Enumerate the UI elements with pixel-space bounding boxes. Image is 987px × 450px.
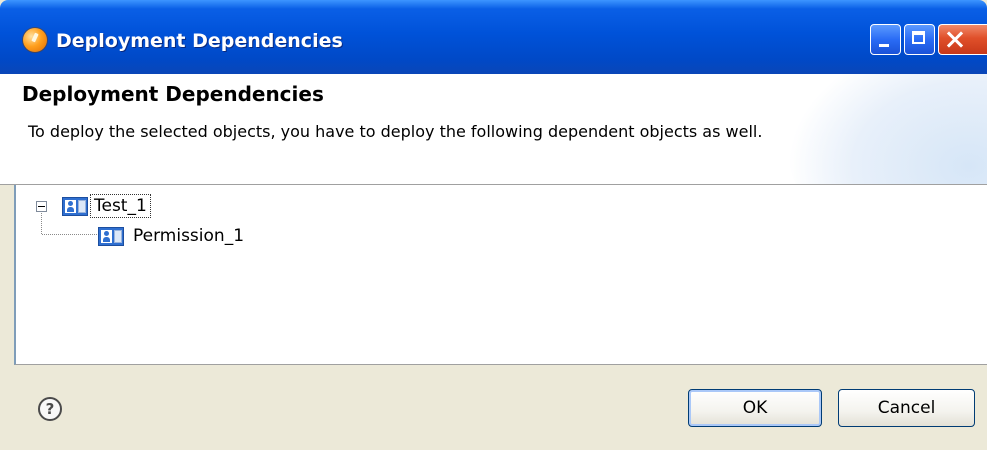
maximize-button[interactable] <box>904 24 935 55</box>
tree-node-label: Permission_1 <box>133 226 245 246</box>
tree-node-test-1[interactable]: Test_1 <box>62 193 151 219</box>
app-icon <box>23 28 47 52</box>
cancel-button[interactable]: Cancel <box>838 389 975 427</box>
role-icon <box>98 226 124 246</box>
tree-node-permission-1[interactable]: Permission_1 <box>98 223 247 249</box>
title-bar[interactable]: Deployment Dependencies <box>0 0 987 74</box>
role-icon <box>62 196 88 216</box>
minimize-button[interactable] <box>870 24 901 55</box>
collapse-toggle-icon[interactable] <box>36 201 47 212</box>
dependency-tree[interactable]: Test_1 Permission_1 <box>14 185 987 365</box>
header-description: To deploy the selected objects, you have… <box>28 122 763 141</box>
window-title: Deployment Dependencies <box>56 30 343 52</box>
help-icon[interactable]: ? <box>38 397 62 421</box>
tree-node-label: Test_1 <box>90 194 151 218</box>
tree-connector <box>42 234 97 235</box>
ok-button[interactable]: OK <box>688 389 822 427</box>
dialog-header: Deployment Dependencies To deploy the se… <box>0 74 987 185</box>
close-button[interactable] <box>938 24 987 55</box>
deployment-dependencies-dialog: Deployment Dependencies Deployment Depen… <box>0 0 987 450</box>
tree-connector <box>41 213 42 234</box>
header-banner-graphic <box>787 74 987 184</box>
header-title: Deployment Dependencies <box>22 82 324 106</box>
